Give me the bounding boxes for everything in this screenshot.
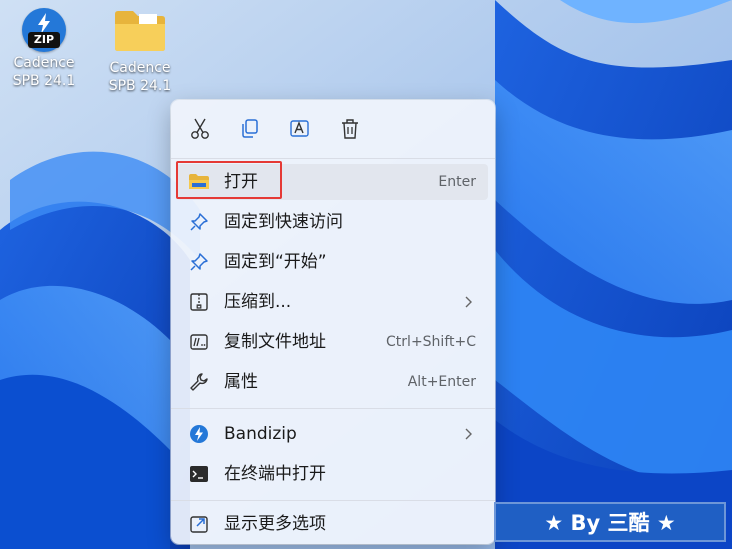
desktop-icon-label: SPB 24.1 <box>108 78 172 94</box>
watermark-text: ★ By 三酷 ★ <box>544 511 676 535</box>
desktop-icon-label: SPB 24.1 <box>12 73 76 89</box>
menu-item-pin-quick-access[interactable]: 固定到快速访问 <box>176 204 488 240</box>
cut-icon <box>191 118 209 139</box>
bandizip-archive-icon: ZIP <box>22 8 66 52</box>
menu-separator <box>171 158 495 159</box>
delete-button[interactable] <box>332 114 368 144</box>
menu-separator <box>171 500 495 501</box>
wrench-icon <box>190 373 208 391</box>
menu-item-label: 固定到“开始” <box>224 252 327 272</box>
menu-item-label: 固定到快速访问 <box>224 212 343 232</box>
desktop-icon-label: Cadence <box>13 55 75 71</box>
menu-item-properties[interactable]: 属性 Alt+Enter <box>176 364 488 400</box>
menu-item-show-more-options[interactable]: 显示更多选项 <box>176 506 488 542</box>
chevron-right-icon <box>465 296 472 308</box>
terminal-icon <box>190 466 208 482</box>
menu-item-label: 属性 <box>224 372 258 392</box>
rename-button[interactable] <box>282 114 318 144</box>
bandizip-icon <box>190 425 208 443</box>
copy-button[interactable] <box>232 114 268 144</box>
menu-item-compress-to[interactable]: 压缩到... <box>176 284 488 320</box>
menu-item-open-terminal[interactable]: 在终端中打开 <box>176 456 488 492</box>
menu-item-label: 压缩到... <box>224 292 292 312</box>
desktop-icon-label: Cadence <box>109 60 171 76</box>
menu-item-copy-path[interactable]: 复制文件地址 Ctrl+Shift+C <box>176 324 488 360</box>
menu-item-label: 显示更多选项 <box>224 514 326 534</box>
menu-item-pin-start[interactable]: 固定到“开始” <box>176 244 488 280</box>
rename-icon <box>290 120 309 137</box>
pin-icon <box>190 213 208 231</box>
menu-item-label: 在终端中打开 <box>224 464 326 484</box>
pin-icon <box>190 253 208 271</box>
menu-item-label: 复制文件地址 <box>224 332 326 352</box>
menu-item-bandizip[interactable]: Bandizip <box>176 416 488 452</box>
chevron-right-icon <box>465 428 472 440</box>
show-more-icon <box>190 516 208 533</box>
delete-icon <box>342 119 358 139</box>
menu-item-label: Bandizip <box>224 424 297 444</box>
cut-button[interactable] <box>182 114 218 144</box>
copy-icon <box>242 119 258 138</box>
desktop-icon-zip[interactable]: ZIP Cadence SPB 24.1 <box>4 8 84 90</box>
copy-path-icon <box>190 334 208 350</box>
menu-item-shortcut: Ctrl+Shift+C <box>386 334 476 350</box>
highlight-box <box>176 161 282 199</box>
zip-badge: ZIP <box>28 32 60 48</box>
zip-folder-icon <box>190 293 208 311</box>
menu-item-shortcut: Alt+Enter <box>407 374 476 390</box>
context-menu-toolbar <box>171 100 495 158</box>
folder-icon <box>115 11 165 51</box>
watermark-banner: ★ By 三酷 ★ <box>494 502 726 542</box>
menu-separator <box>171 408 495 409</box>
menu-item-shortcut: Enter <box>438 174 476 190</box>
desktop-icon-folder[interactable]: Cadence SPB 24.1 <box>100 8 180 95</box>
